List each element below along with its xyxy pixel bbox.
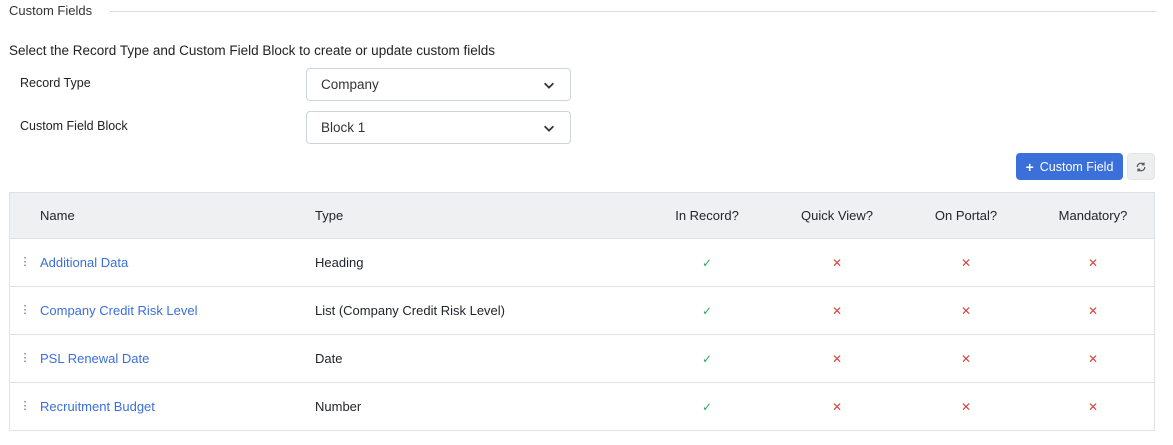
refresh-icon <box>1136 162 1146 171</box>
table-header: Name Type In Record? Quick View? On Port… <box>10 193 1154 238</box>
table-row: ⋮ PSL Renewal Date Date ✓ ✕ ✕ ✕ <box>10 334 1154 382</box>
check-icon: ✓ <box>701 399 713 414</box>
table-row: ⋮ Additional Data Heading ✓ ✕ ✕ ✕ <box>10 238 1154 286</box>
field-type: Heading <box>315 255 364 270</box>
drag-handle-icon[interactable]: ⋮ <box>10 305 40 316</box>
cross-icon: ✕ <box>960 303 972 318</box>
field-name-link[interactable]: Recruitment Budget <box>40 399 155 414</box>
record-type-value: Company <box>321 77 379 92</box>
custom-fields-table: Name Type In Record? Quick View? On Port… <box>9 192 1155 431</box>
header-type: Type <box>315 208 344 223</box>
header-quick-view: Quick View? <box>800 208 873 223</box>
header-name: Name <box>40 208 75 223</box>
drag-handle-icon[interactable]: ⋮ <box>10 353 40 364</box>
check-icon: ✓ <box>701 303 713 318</box>
cross-icon: ✕ <box>831 351 843 366</box>
record-type-select[interactable]: Company <box>306 68 571 101</box>
plus-icon: + <box>1025 158 1034 175</box>
field-type: Number <box>315 399 362 414</box>
cross-icon: ✕ <box>1087 351 1099 366</box>
custom-fields-legend: Custom Fields <box>9 3 93 18</box>
cross-icon: ✕ <box>1087 303 1099 318</box>
cross-icon: ✕ <box>831 255 843 270</box>
drag-handle-icon[interactable]: ⋮ <box>10 401 40 412</box>
legend-divider <box>110 11 1156 12</box>
custom-field-block-label: Custom Field Block <box>20 119 128 133</box>
table-row: ⋮ Recruitment Budget Number ✓ ✕ ✕ ✕ <box>10 382 1154 430</box>
table-row: ⋮ Company Credit Risk Level List (Compan… <box>10 286 1154 334</box>
cross-icon: ✕ <box>960 255 972 270</box>
cross-icon: ✕ <box>960 351 972 366</box>
cross-icon: ✕ <box>1087 255 1099 270</box>
field-name-link[interactable]: PSL Renewal Date <box>40 351 149 366</box>
check-icon: ✓ <box>701 351 713 366</box>
record-type-label: Record Type <box>20 76 91 90</box>
custom-field-block-select[interactable]: Block 1 <box>306 111 571 144</box>
cross-icon: ✕ <box>831 303 843 318</box>
add-custom-field-button[interactable]: + Custom Field <box>1016 153 1123 180</box>
cross-icon: ✕ <box>960 399 972 414</box>
chevron-down-icon <box>544 82 554 89</box>
chevron-down-icon <box>544 125 554 132</box>
drag-handle-icon[interactable]: ⋮ <box>10 257 40 268</box>
field-name-link[interactable]: Additional Data <box>40 255 128 270</box>
field-type: List (Company Credit Risk Level) <box>315 303 506 318</box>
header-mandatory: Mandatory? <box>1058 208 1128 223</box>
header-on-portal: On Portal? <box>934 208 998 223</box>
field-name-link[interactable]: Company Credit Risk Level <box>40 303 198 318</box>
refresh-button[interactable] <box>1127 153 1155 180</box>
header-in-record: In Record? <box>675 208 739 223</box>
add-custom-field-label: Custom Field <box>1039 159 1114 174</box>
intro-text: Select the Record Type and Custom Field … <box>9 43 495 58</box>
field-type: Date <box>315 351 343 366</box>
custom-field-block-value: Block 1 <box>321 120 366 135</box>
cross-icon: ✕ <box>1087 399 1099 414</box>
cross-icon: ✕ <box>831 399 843 414</box>
check-icon: ✓ <box>701 255 713 270</box>
